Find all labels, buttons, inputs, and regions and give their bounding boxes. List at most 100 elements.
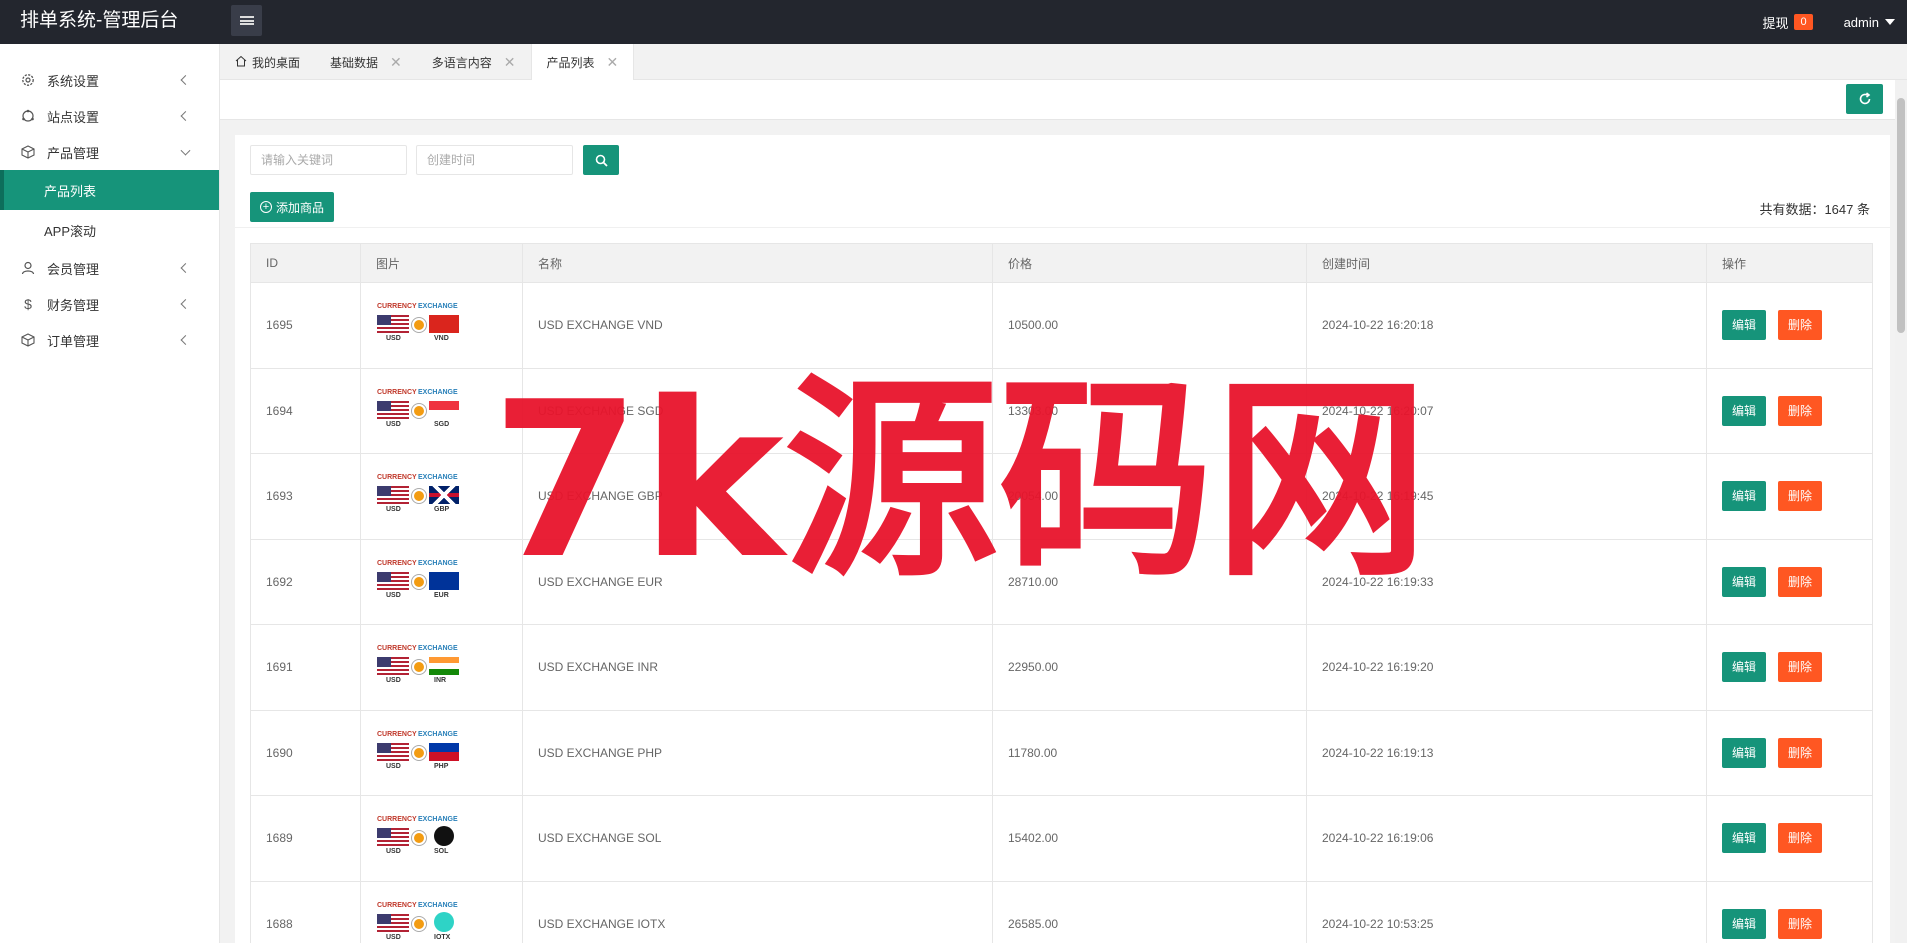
cell-id: 1695	[250, 282, 361, 369]
delete-button[interactable]: 删除	[1778, 310, 1823, 341]
inr-flag-icon	[429, 657, 459, 676]
delete-button[interactable]: 删除	[1778, 652, 1823, 683]
thumb-code-to: SGD	[434, 420, 450, 428]
cell-created: 2024-10-22 16:20:07	[1306, 367, 1707, 454]
scrollbar-thumb[interactable]	[1897, 98, 1905, 333]
sidebar-item-label: 财务管理	[47, 297, 100, 313]
us-flag-icon	[377, 657, 409, 676]
thumb-word-exchange: EXCHANGE	[418, 388, 458, 396]
cell-id: 1688	[250, 880, 361, 943]
cell-actions: 编辑 删除	[1706, 624, 1873, 711]
product-list-panel: + 添加商品 共有数据：1647 条 ID 图片 名称 价格 创建时间 操作 1…	[235, 135, 1890, 943]
delete-button[interactable]: 删除	[1778, 908, 1823, 939]
cell-price: 26585.00	[992, 880, 1307, 943]
thumb-word-exchange: EXCHANGE	[418, 730, 458, 738]
close-icon[interactable]: ✕	[504, 54, 516, 71]
thumb-word-currency: CURRENCY	[377, 645, 417, 653]
sidebar-item-member-management[interactable]: 会员管理	[0, 250, 219, 286]
thumb-word-exchange: EXCHANGE	[418, 645, 458, 653]
thumb-code-from: USD	[386, 933, 401, 941]
delete-button[interactable]: 删除	[1778, 566, 1823, 597]
keyword-input[interactable]	[250, 145, 407, 175]
thumb-word-currency: CURRENCY	[377, 730, 417, 738]
withdraw-label: 提现	[1762, 15, 1789, 31]
cell-id: 1690	[250, 709, 361, 796]
sgd-flag-icon	[429, 400, 459, 419]
thumb-code-from: USD	[386, 506, 401, 514]
thumb-word-currency: CURRENCY	[377, 303, 417, 311]
sidebar-item-site-settings[interactable]: 站点设置	[0, 98, 219, 134]
thumb-code-from: USD	[386, 335, 401, 343]
delete-button[interactable]: 删除	[1778, 395, 1823, 426]
created-time-input[interactable]	[416, 145, 573, 175]
tab-product-list[interactable]: 产品列表 ✕	[530, 44, 635, 80]
sidebar-subitem-product-list[interactable]: 产品列表	[0, 170, 219, 210]
thumb-code-to: IOTX	[434, 933, 451, 941]
cell-image: CURRENCY EXCHANGE USD EUR	[360, 538, 523, 625]
thumb-code-from: USD	[386, 591, 401, 599]
sidebar-subitem-app-scroll[interactable]: APP滚动	[0, 210, 219, 250]
cell-name: USD EXCHANGE SGD	[522, 367, 993, 454]
cell-id: 1691	[250, 624, 361, 711]
product-thumbnail: CURRENCY EXCHANGE USD INR	[376, 645, 462, 689]
withdraw-link[interactable]: 提现 0	[1762, 13, 1813, 32]
tab-my-desktop[interactable]: 我的桌面	[220, 44, 315, 80]
tab-label: 多语言内容	[431, 55, 492, 70]
page-toolbar	[220, 80, 1907, 120]
menu-toggle-button[interactable]	[231, 5, 262, 36]
thumb-code-to: GBP	[434, 506, 450, 514]
column-header-actions: 操作	[1706, 243, 1873, 283]
close-icon[interactable]: ✕	[607, 54, 619, 71]
tab-bar: 我的桌面 基础数据 ✕ 多语言内容 ✕ 产品列表 ✕	[220, 44, 1907, 80]
cell-created: 2024-10-22 16:19:06	[1306, 795, 1707, 882]
total-count: 共有数据：1647 条	[1759, 202, 1870, 217]
edit-button[interactable]: 编辑	[1722, 908, 1767, 939]
cell-id: 1694	[250, 367, 361, 454]
exchange-coin-icon	[412, 574, 426, 589]
delete-button[interactable]: 删除	[1778, 481, 1823, 512]
thumb-word-exchange: EXCHANGE	[418, 816, 458, 824]
cell-image: CURRENCY EXCHANGE USD INR	[360, 624, 523, 711]
sidebar-item-system-settings[interactable]: 系统设置	[0, 62, 219, 98]
edit-button[interactable]: 编辑	[1722, 652, 1767, 683]
refresh-button[interactable]	[1846, 84, 1883, 114]
thumb-code-from: USD	[386, 420, 401, 428]
table-row: 1688 CURRENCY EXCHANGE USD IOTX USD EXCH…	[250, 880, 1873, 943]
sidebar-item-label: 订单管理	[47, 333, 100, 349]
cell-actions: 编辑 删除	[1706, 880, 1873, 943]
table-row: 1694 CURRENCY EXCHANGE USD SGD USD EXCHA…	[250, 367, 1873, 454]
exchange-coin-icon	[412, 489, 426, 504]
sidebar-item-product-management[interactable]: 产品管理	[0, 134, 219, 170]
edit-button[interactable]: 编辑	[1722, 481, 1767, 512]
cell-created: 2024-10-22 16:19:33	[1306, 538, 1707, 625]
sidebar-item-finance-management[interactable]: $ 财务管理	[0, 286, 219, 322]
user-menu[interactable]: admin	[1844, 15, 1895, 30]
edit-button[interactable]: 编辑	[1722, 823, 1767, 854]
add-product-button[interactable]: + 添加商品	[250, 192, 335, 222]
edit-button[interactable]: 编辑	[1722, 566, 1767, 597]
edit-button[interactable]: 编辑	[1722, 310, 1767, 341]
us-flag-icon	[377, 913, 409, 932]
product-thumbnail: CURRENCY EXCHANGE USD SOL	[376, 816, 462, 860]
tab-multilang-content[interactable]: 多语言内容 ✕	[417, 44, 531, 80]
plus-circle-icon: +	[260, 201, 272, 213]
edit-button[interactable]: 编辑	[1722, 395, 1767, 426]
tab-basic-data[interactable]: 基础数据 ✕	[315, 44, 417, 80]
delete-button[interactable]: 删除	[1778, 737, 1823, 768]
delete-button[interactable]: 删除	[1778, 823, 1823, 854]
top-header: 排单系统-管理后台 提现 0 admin	[0, 0, 1907, 44]
cell-created: 2024-10-22 16:19:13	[1306, 709, 1707, 796]
chevron-left-icon	[180, 299, 191, 309]
cell-price: 15402.00	[992, 795, 1307, 882]
caret-down-icon	[1885, 19, 1895, 25]
page-scrollbar[interactable]	[1895, 80, 1907, 943]
sidebar-item-order-management[interactable]: 订单管理	[0, 322, 219, 358]
cell-price: 22950.00	[992, 624, 1307, 711]
chevron-left-icon	[180, 111, 191, 121]
search-button[interactable]	[583, 145, 619, 175]
edit-button[interactable]: 编辑	[1722, 737, 1767, 768]
close-icon[interactable]: ✕	[390, 54, 402, 71]
thumb-word-exchange: EXCHANGE	[418, 901, 458, 909]
exchange-coin-icon	[412, 318, 426, 333]
product-thumbnail: CURRENCY EXCHANGE USD GBP	[376, 474, 462, 518]
